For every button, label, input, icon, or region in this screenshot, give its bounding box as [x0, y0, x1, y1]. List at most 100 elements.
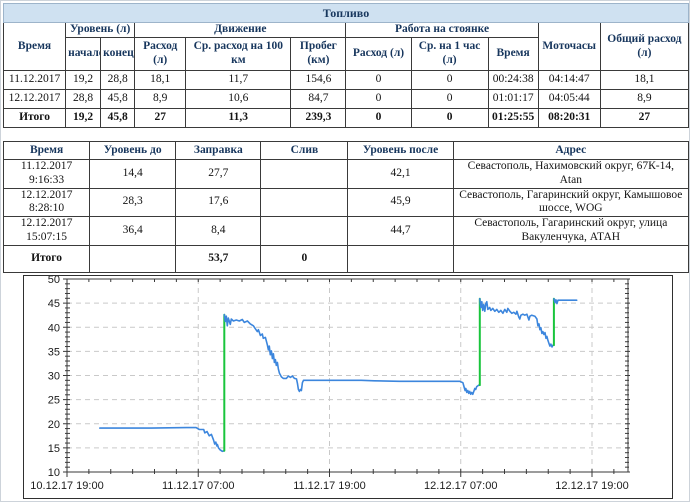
col-header-level-start: начало [66, 38, 101, 71]
total-cell: 45,8 [101, 109, 135, 128]
table-cell: 19,2 [66, 71, 101, 90]
table-cell: 42,1 [348, 160, 453, 189]
table-cell: 04:05:44 [538, 90, 600, 109]
x-axis-tick-label: 12.12.17 07:00 [424, 480, 497, 492]
table-cell: 12.12.2017 [4, 90, 66, 109]
table-cell: 04:14:47 [538, 71, 600, 90]
col-header-idle-avg-hour: Ср. на 1 час (л) [411, 38, 488, 71]
col-header-refuel-volume: Заправка [176, 142, 261, 160]
total-cell: 01:25:55 [488, 109, 538, 128]
total-cell: 53,7 [176, 245, 261, 272]
table-cell: 45,8 [101, 90, 135, 109]
table-cell: 0 [411, 90, 488, 109]
col-header-mileage: Пробег (км) [291, 38, 346, 71]
table-cell: 00:24:38 [488, 71, 538, 90]
table-row: 11.12.2017 9:16:3314,427,742,1Севастопол… [4, 160, 689, 189]
total-cell: 0 [261, 245, 348, 272]
table-cell: 18,1 [600, 71, 688, 90]
table-cell: 14,4 [90, 160, 176, 189]
x-axis-tick-label: 10.12.17 19:00 [30, 480, 103, 492]
table-cell: 01:01:17 [488, 90, 538, 109]
chart-axes [63, 279, 630, 477]
table-cell: Севастополь, Гагаринский округ, улица Ва… [453, 217, 688, 246]
total-cell: Итого [4, 109, 66, 128]
table-title-fuel: Топливо [4, 4, 689, 23]
chart-grid [67, 279, 628, 472]
col-group-movement: Движение [135, 23, 346, 38]
refuels-table: Время Уровень до Заправка Слив Уровень п… [3, 141, 689, 273]
table-row: 12.12.201728,845,88,910,684,70001:01:170… [4, 90, 689, 109]
fuel-report-page: Топливо Время Уровень (л) Движение Работ… [0, 0, 690, 502]
y-axis-tick-label: 10 [48, 467, 60, 479]
col-header-level-before: Уровень до [90, 142, 176, 160]
table-row: 12.12.2017 8:28:1028,317,645,9Севастопол… [4, 188, 689, 217]
total-cell: 0 [346, 109, 411, 128]
table-cell [261, 160, 348, 189]
table-cell: 11.12.2017 [4, 71, 66, 90]
total-cell: 27 [135, 109, 186, 128]
x-axis-tick-label: 11.12.17 19:00 [293, 480, 366, 492]
col-header-idle-time: Время [488, 38, 538, 71]
table-cell: Севастополь, Нахимовский округ, 67К-14, … [453, 160, 688, 189]
y-axis-tick-label: 30 [48, 371, 60, 383]
col-header-total-consumption: Общий расход (л) [600, 23, 688, 71]
x-axis-tick-label: 11.12.17 07:00 [162, 480, 235, 492]
table-cell [261, 217, 348, 246]
col-header-idle-consumption: Расход (л) [346, 38, 411, 71]
total-cell: 08:20:31 [538, 109, 600, 128]
col-header-level-end: конец [101, 38, 135, 71]
y-axis-tick-label: 15 [48, 443, 60, 455]
table-cell: 28,3 [90, 188, 176, 217]
table-cell: 27,7 [176, 160, 261, 189]
col-header-mov-consumption: Расход (л) [135, 38, 186, 71]
col-group-level: Уровень (л) [66, 23, 135, 38]
col-header-level-after: Уровень после [348, 142, 453, 160]
total-cell [348, 245, 453, 272]
col-header-refuel-time: Время [4, 142, 90, 160]
fuel-summary-table: Топливо Время Уровень (л) Движение Работ… [3, 3, 689, 128]
y-axis-tick-label: 45 [48, 298, 60, 310]
table-cell: 0 [346, 90, 411, 109]
x-axis-tick-label: 12.12.17 19:00 [555, 480, 628, 492]
total-cell: 0 [411, 109, 488, 128]
table-cell: 12.12.2017 15:07:15 [4, 217, 90, 246]
total-row: Итого19,245,82711,3239,30001:25:5508:20:… [4, 109, 689, 128]
y-axis-tick-label: 35 [48, 346, 60, 358]
table-cell: 10,6 [186, 90, 291, 109]
table-cell: 84,7 [291, 90, 346, 109]
y-axis-tick-label: 20 [48, 419, 60, 431]
total-cell [90, 245, 176, 272]
table-cell: 18,1 [135, 71, 186, 90]
table-row: 11.12.201719,228,818,111,7154,60000:24:3… [4, 71, 689, 90]
total-cell [453, 245, 688, 272]
col-header-engine-hours: Моточасы [538, 23, 600, 71]
total-cell: 19,2 [66, 109, 101, 128]
table-cell: 28,8 [101, 71, 135, 90]
total-cell: 239,3 [291, 109, 346, 128]
table-cell: 17,6 [176, 188, 261, 217]
fuel-level-line [480, 299, 553, 347]
table-cell: 8,9 [135, 90, 186, 109]
col-group-idle: Работа на стоянке [346, 23, 538, 38]
col-header-drain: Слив [261, 142, 348, 160]
table-cell: 12.12.2017 8:28:10 [4, 188, 90, 217]
table-cell: 11,7 [186, 71, 291, 90]
table-cell: 0 [346, 71, 411, 90]
total-cell: Итого [4, 245, 90, 272]
total-cell: 11,3 [186, 109, 291, 128]
table-cell: 0 [411, 71, 488, 90]
fuel-level-chart: 10152025303540455010.12.17 19:0011.12.17… [23, 275, 673, 499]
table-cell: 154,6 [291, 71, 346, 90]
fuel-level-line [224, 315, 478, 395]
table-cell: 44,7 [348, 217, 453, 246]
table-row: 12.12.2017 15:07:1536,48,444,7Севастопол… [4, 217, 689, 246]
table-cell: 8,9 [600, 90, 688, 109]
total-cell: 27 [600, 109, 688, 128]
total-row: Итого 53,70 [4, 245, 689, 272]
col-header-time: Время [4, 23, 66, 71]
col-header-address: Адрес [453, 142, 688, 160]
table-cell: 45,9 [348, 188, 453, 217]
fuel-level-chart-canvas: 10152025303540455010.12.17 19:0011.12.17… [24, 276, 670, 496]
y-axis-tick-label: 25 [48, 395, 60, 407]
y-axis-tick-label: 40 [48, 322, 60, 334]
